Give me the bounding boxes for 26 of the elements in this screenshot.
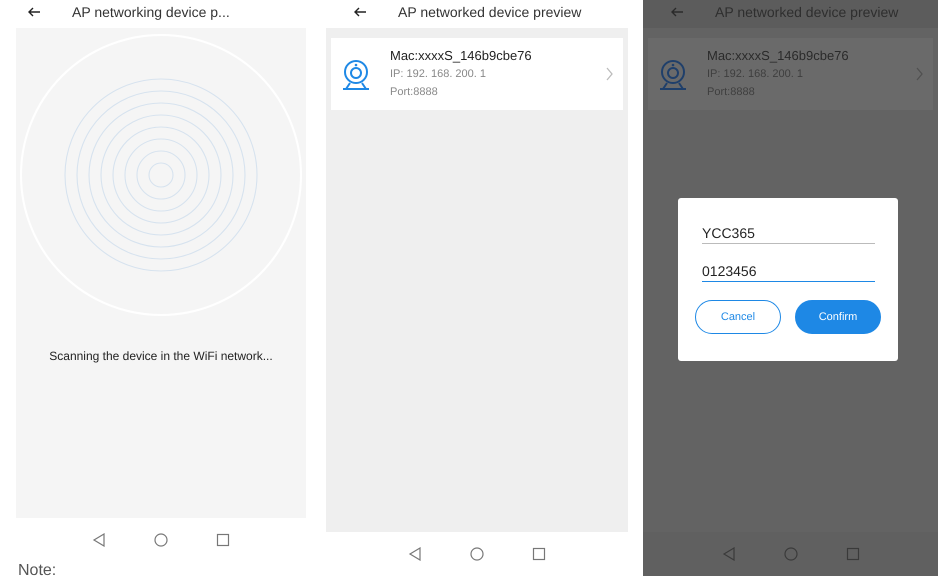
device-mac: Mac:xxxxS_146b9cbe76 bbox=[390, 47, 533, 65]
home-circle-icon[interactable] bbox=[470, 547, 484, 561]
back-triangle-icon[interactable] bbox=[92, 533, 106, 547]
camera-icon bbox=[659, 58, 687, 90]
back-triangle-icon[interactable] bbox=[408, 547, 422, 561]
cancel-button[interactable]: Cancel bbox=[695, 300, 781, 334]
input-field[interactable]: 0123456 bbox=[702, 262, 875, 282]
device-card[interactable]: Mac:xxxxS_146b9cbe76 IP: 192. 168. 200. 1 Port:8888 bbox=[331, 38, 623, 110]
confirm-button[interactable]: Confirm bbox=[795, 300, 881, 334]
recents-square-icon[interactable] bbox=[216, 533, 230, 547]
input-field[interactable]: YCC365 bbox=[702, 224, 875, 244]
recents-square-icon[interactable] bbox=[532, 547, 546, 561]
back-arrow-icon bbox=[353, 6, 367, 18]
screen-title: AP networking device p... bbox=[72, 2, 230, 22]
camera-icon bbox=[342, 58, 370, 90]
device-ip: IP: 192. 168. 200. 1 bbox=[390, 67, 488, 82]
home-circle-icon[interactable] bbox=[154, 533, 168, 547]
device-port: Port:8888 bbox=[390, 85, 439, 100]
chevron-right-icon bbox=[606, 67, 614, 81]
device-mac: Mac:xxxxS_146b9cbe76 bbox=[707, 47, 850, 65]
scan-status-text: Scanning the device in the WiFi network... bbox=[49, 348, 273, 365]
note-text: Note: bbox=[18, 562, 56, 579]
chevron-right-icon bbox=[916, 67, 924, 81]
back-arrow-icon bbox=[27, 6, 41, 18]
back-arrow-icon bbox=[670, 6, 684, 18]
screen-title: AP networked device preview bbox=[398, 2, 582, 22]
